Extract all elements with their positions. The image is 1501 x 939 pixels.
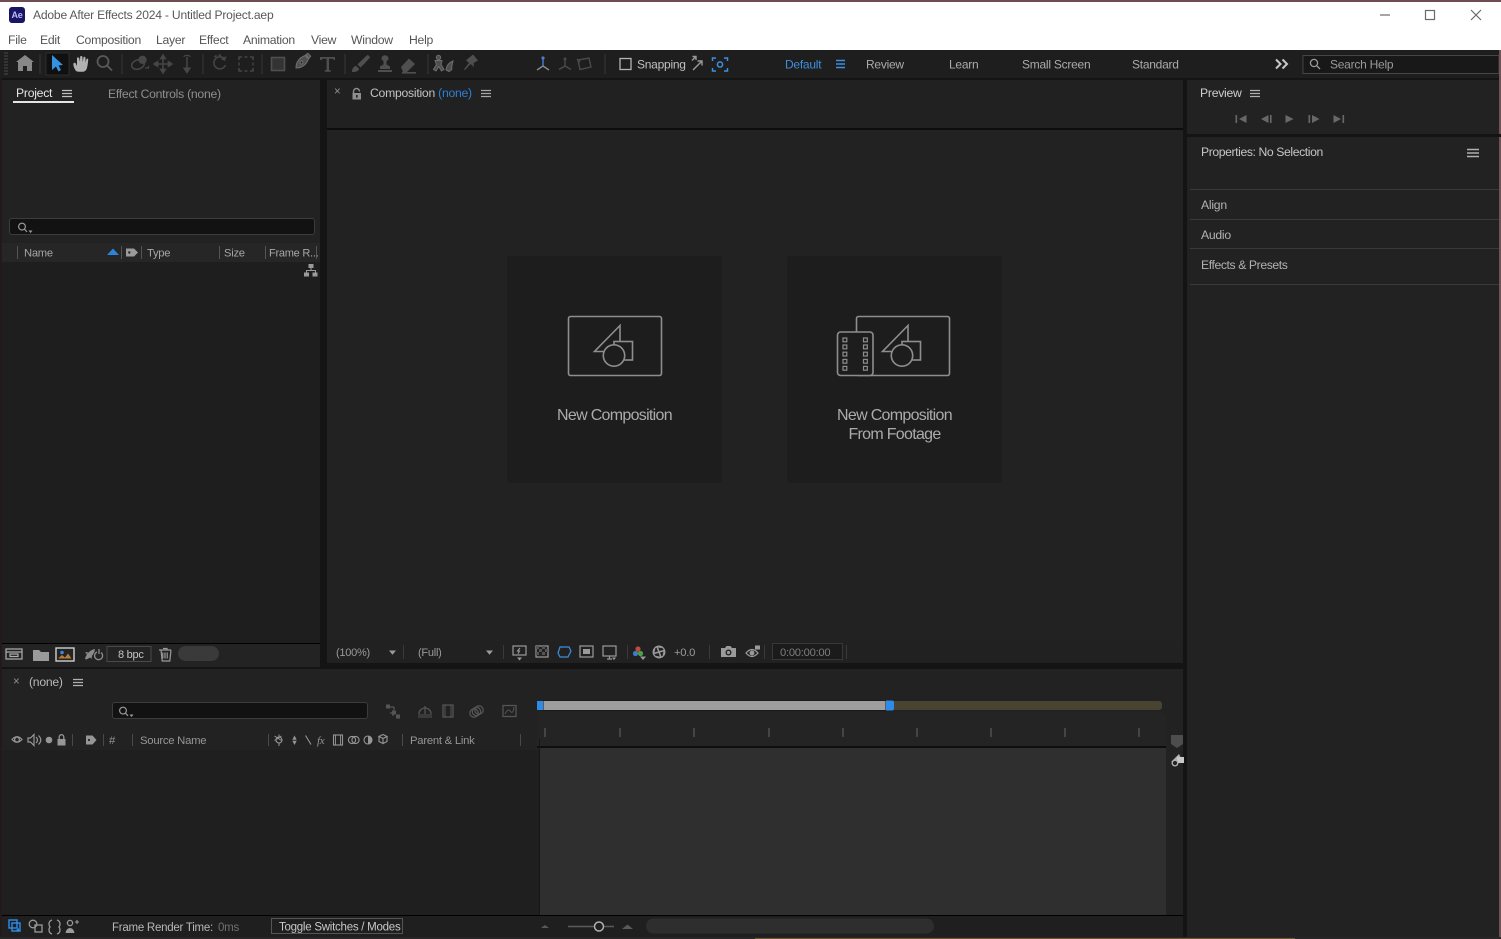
svg-text:Review: Review [866,58,904,72]
svg-text:#: # [109,735,116,747]
svg-text:Type: Type [147,248,170,260]
svg-text:Frame R...: Frame R... [269,248,319,260]
svg-text:Parent & Link: Parent & Link [410,735,475,747]
svg-text:Search Help: Search Help [1330,58,1394,72]
svg-text:Snapping: Snapping [637,58,686,72]
svg-text:0ms: 0ms [218,922,239,934]
svg-text:8 bpc: 8 bpc [118,649,144,661]
svg-text:Size: Size [224,248,245,260]
svg-text:0:00:00:00: 0:00:00:00 [780,647,830,659]
svg-text:+0.0: +0.0 [674,647,695,659]
svg-text:fx: fx [317,735,325,747]
svg-text:Source Name: Source Name [140,735,206,747]
svg-text:Toggle Switches / Modes: Toggle Switches / Modes [279,922,401,934]
svg-text:(100%): (100%) [336,647,370,659]
svg-text:Standard: Standard [1132,58,1179,72]
svg-text:Name: Name [24,248,53,260]
svg-text:Default: Default [785,58,822,72]
svg-text:Learn: Learn [949,58,978,72]
svg-text:(Full): (Full) [418,647,442,659]
svg-text:Frame Render Time:: Frame Render Time: [112,922,213,934]
svg-text:Small Screen: Small Screen [1022,58,1090,72]
